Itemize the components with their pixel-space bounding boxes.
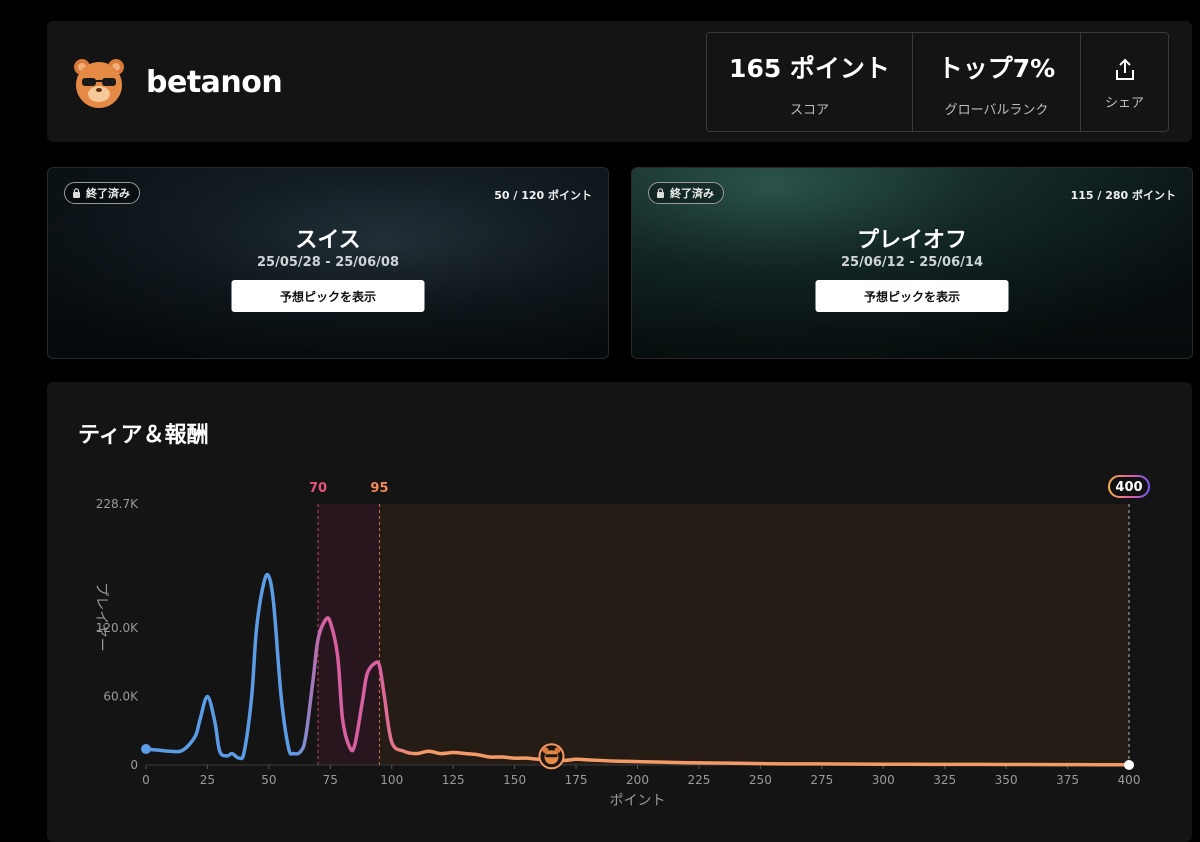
x-axis-label: ポイント (610, 793, 666, 809)
x-tick-label: 25 (200, 773, 215, 787)
score-stat: 165 ポイント スコア (707, 33, 913, 131)
x-tick-label: 250 (749, 773, 772, 787)
lock-icon (73, 188, 80, 198)
username: betanon (146, 65, 283, 100)
line-start-point (141, 744, 151, 755)
stage-title: プレイオフ (856, 228, 967, 253)
bear-with-sunglasses-icon (74, 59, 124, 108)
score-value: 165 ポイント (729, 53, 890, 83)
view-picks-button[interactable]: 予想ピックを表示 (231, 280, 425, 312)
y-tick-label: 228.7K (96, 497, 139, 511)
status-text: 終了済み (670, 187, 714, 200)
stage-card-playoffs: 終了済み 115 / 280 ポイント プレイオフ 25/06/12 - 25/… (631, 167, 1193, 359)
stage-title: スイス (295, 228, 361, 253)
x-tick-label: 400 (1118, 773, 1141, 787)
tier-threshold-label: 70 (309, 481, 327, 496)
score-label: スコア (789, 102, 829, 118)
rank-stat: トップ7% グローバルランク (913, 33, 1081, 131)
status-badge: 終了済み (64, 182, 140, 204)
rank-value: トップ7% (937, 53, 1056, 83)
x-tick-label: 275 (810, 773, 833, 787)
x-tick-label: 200 (626, 773, 649, 787)
x-tick-label: 350 (995, 773, 1018, 787)
profile-card: betanon 165 ポイント スコア トップ7% グローバルランク シェア (47, 21, 1192, 142)
line-end-point (1124, 760, 1134, 770)
x-tick-label: 225 (687, 773, 710, 787)
y-tick-label: 60.0K (103, 690, 139, 704)
share-icon (1115, 58, 1134, 80)
status-text: 終了済み (86, 187, 130, 200)
tier-band-1 (318, 504, 380, 765)
tier-distribution-chart: 70 95 400060.0K120.0K228.7Kプレイヤー0 25 50 75 100… (93, 475, 1150, 809)
x-tick-label: 50 (261, 773, 276, 787)
user-marker-glasses (545, 754, 558, 758)
tier-threshold-label: 95 (370, 481, 388, 496)
stage-card-swiss: 終了済み 50 / 120 ポイント スイス 25/05/28 - 25/06/… (47, 167, 609, 359)
x-tick-label: 75 (323, 773, 338, 787)
final-tier-label: 400 (1115, 480, 1142, 495)
rank-label: グローバルランク (944, 102, 1049, 118)
stage-points: 50 / 120 ポイント (494, 189, 592, 202)
stage-dates: 25/05/28 - 25/06/08 (257, 255, 399, 270)
share-button[interactable]: シェア (1081, 33, 1168, 131)
lock-icon (657, 188, 664, 198)
x-tick-label: 100 (380, 773, 403, 787)
x-tick-label: 150 (503, 773, 526, 787)
x-tick-label: 300 (872, 773, 895, 787)
x-tick-label: 0 (142, 773, 150, 787)
tier-band-2 (379, 504, 1129, 765)
view-picks-button[interactable]: 予想ピックを表示 (815, 280, 1009, 312)
tiers-rewards-panel: ティア＆報酬 70 95 400 0 60.0K 120.0K 228.7K プレイヤー 0 25… (47, 382, 1192, 842)
x-tick-label: 175 (565, 773, 588, 787)
x-tick-label: 325 (933, 773, 956, 787)
stats-panel: 165 ポイント スコア トップ7% グローバルランク シェア (706, 32, 1169, 132)
y-tick-label: 0 (130, 758, 138, 772)
share-label: シェア (1104, 96, 1144, 111)
y-axis-label: プレイヤー (93, 582, 109, 652)
status-badge: 終了済み (648, 182, 724, 204)
stage-points: 115 / 280 ポイント (1070, 189, 1176, 202)
stage-dates: 25/06/12 - 25/06/14 (841, 255, 983, 270)
x-tick-label: 375 (1056, 773, 1079, 787)
x-tick-label: 125 (442, 773, 465, 787)
